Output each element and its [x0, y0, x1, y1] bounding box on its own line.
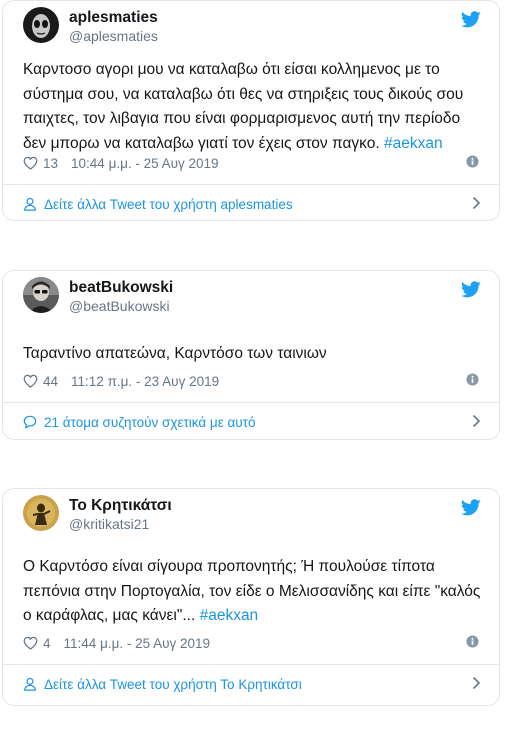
info-icon[interactable] — [466, 373, 479, 386]
tweet-card: beatBukowski @beatBukowski Ταραντίνο απα… — [2, 270, 500, 440]
info-icon[interactable] — [466, 155, 479, 168]
heart-icon[interactable] — [23, 374, 38, 388]
more-tweets-link[interactable]: Δείτε άλλα Tweet του χρήστη aplesmaties — [23, 193, 481, 215]
like-count: 44 — [43, 373, 59, 389]
tweet-body: Ταραντίνο απατεώνα, Καρντόσο των ταινιων — [23, 345, 327, 362]
more-tweets-link[interactable]: Δείτε άλλα Tweet του χρήστη Το Κρητικάτσ… — [23, 673, 481, 695]
divider — [3, 184, 499, 185]
info-icon[interactable] — [466, 635, 479, 648]
author-name[interactable]: beatBukowski — [69, 279, 173, 297]
tweet-text: Ταραντίνο απατεώνα, Καρντόσο των ταινιων — [23, 342, 485, 367]
twitter-bird-icon[interactable] — [461, 499, 481, 516]
avatar[interactable] — [23, 7, 59, 43]
timestamp[interactable]: 10:44 μ.μ. - 25 Αυγ 2019 — [71, 156, 219, 171]
more-tweets-label: Δείτε άλλα Tweet του χρήστη aplesmaties — [44, 196, 293, 212]
speech-bubble-icon — [23, 415, 37, 429]
more-tweets-label: Δείτε άλλα Tweet του χρήστη Το Κρητικάτσ… — [44, 676, 302, 692]
divider — [3, 664, 499, 665]
tweet-card: Το Κρητικάτσι @kritikatsi21 Ο Καρντόσο ε… — [2, 488, 500, 706]
like-count: 13 — [43, 155, 59, 171]
tweet-meta: 44 11:12 π.μ. - 23 Αυγ 2019 — [23, 371, 479, 391]
timestamp[interactable]: 11:12 π.μ. - 23 Αυγ 2019 — [71, 374, 219, 389]
twitter-bird-icon[interactable] — [461, 11, 481, 28]
tweet-text: Ο Καρντόσο είναι σίγουρα προπονητής; Ή π… — [23, 555, 485, 629]
heart-icon[interactable] — [23, 156, 38, 170]
person-icon — [24, 677, 36, 691]
hashtag-link[interactable]: #aekxan — [200, 607, 259, 624]
conversation-label: 21 άτομα συζητούν σχετικά με αυτό — [44, 414, 256, 430]
tweet-meta: 4 11:44 μ.μ. - 25 Αυγ 2019 — [23, 633, 479, 653]
chevron-right-icon — [472, 196, 481, 210]
tweet-header: Το Κρητικάτσι @kritikatsi21 — [3, 489, 499, 539]
author-name[interactable]: aplesmaties — [69, 9, 158, 27]
chevron-right-icon — [472, 414, 481, 428]
tweet-card: aplesmaties @aplesmaties Καρντοσο αγορι … — [2, 0, 500, 221]
tweet-header: beatBukowski @beatBukowski — [3, 271, 499, 321]
avatar[interactable] — [23, 277, 59, 313]
like-count: 4 — [43, 635, 51, 651]
person-icon — [24, 197, 36, 211]
divider — [3, 402, 499, 403]
author-handle[interactable]: @aplesmaties — [69, 28, 158, 44]
hashtag-link[interactable]: #aekxan — [384, 135, 443, 152]
chevron-right-icon — [472, 676, 481, 690]
tweet-text: Καρντοσο αγορι μου να καταλαβω ότι είσαι… — [23, 58, 485, 156]
author-name[interactable]: Το Κρητικάτσι — [69, 497, 172, 515]
tweet-meta: 13 10:44 μ.μ. - 25 Αυγ 2019 — [23, 153, 479, 173]
twitter-bird-icon[interactable] — [461, 281, 481, 298]
author-handle[interactable]: @beatBukowski — [69, 298, 170, 314]
author-handle[interactable]: @kritikatsi21 — [69, 516, 149, 532]
heart-icon[interactable] — [23, 636, 38, 650]
tweet-header: aplesmaties @aplesmaties — [3, 1, 499, 51]
conversation-link[interactable]: 21 άτομα συζητούν σχετικά με αυτό — [23, 411, 481, 433]
avatar[interactable] — [23, 495, 59, 531]
timestamp[interactable]: 11:44 μ.μ. - 25 Αυγ 2019 — [64, 636, 211, 651]
